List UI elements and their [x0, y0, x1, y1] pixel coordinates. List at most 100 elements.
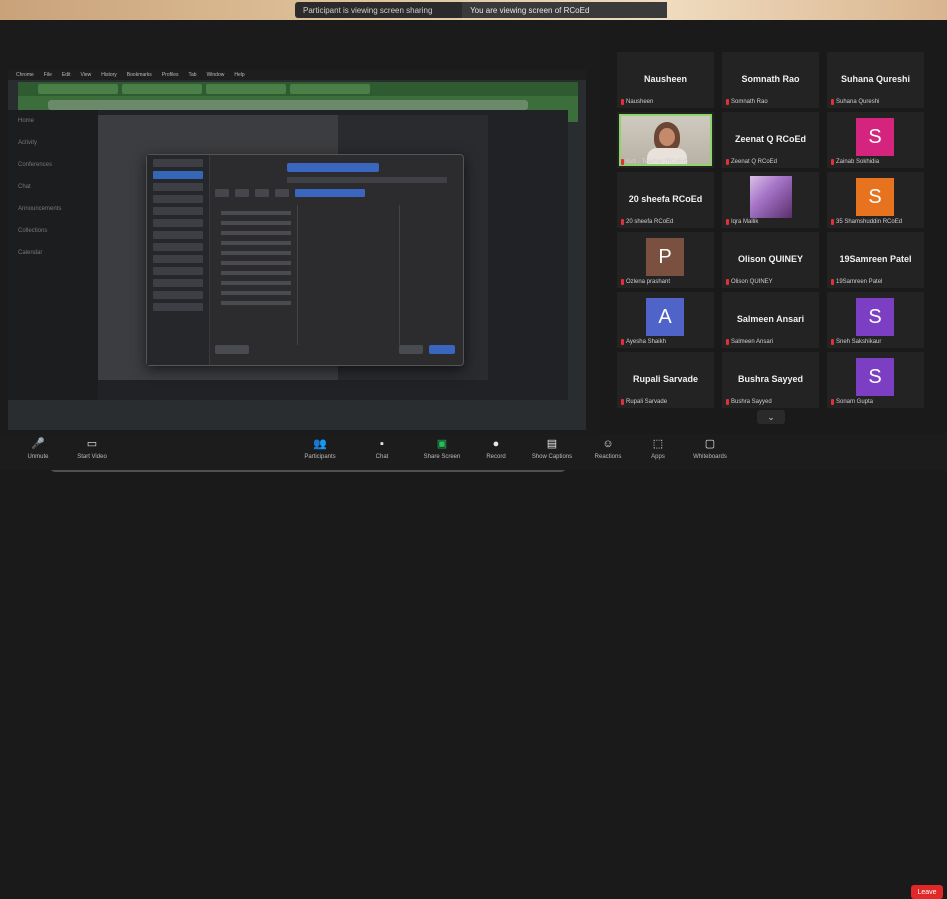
participant-label-text: 35 Shamshuddin RCoEd [836, 219, 903, 225]
video-off-icon: ▭ [86, 438, 98, 450]
app-sidebar-item: Chat [18, 184, 31, 190]
file-save-dialog [146, 154, 464, 366]
browser-tabs [18, 82, 578, 96]
participant-tile[interactable]: S Sneh Sakshikaur [827, 292, 924, 348]
split-handle[interactable] [590, 44, 594, 456]
screen-share-banner[interactable]: Participant is viewing screen sharing Yo… [295, 2, 667, 18]
browser-tab [38, 84, 118, 94]
mic-muted-icon [831, 159, 834, 165]
show-captions-button[interactable]: ▤ Show Captions [522, 438, 582, 460]
participant-label: Ayesha Shaikh [621, 339, 666, 345]
participant-tile[interactable]: S Zainab Sokhidia [827, 112, 924, 168]
participant-label-text: Ayesha Shaikh [626, 339, 666, 345]
participant-label-text: Salmeen Ansari [731, 339, 774, 345]
participant-label: Kirti - Teacher (RCoEd) [621, 159, 688, 165]
share-screen-label: Share Screen [423, 454, 461, 460]
leave-button[interactable]: Leave [911, 885, 943, 899]
participant-tile[interactable]: 20 sheefa RCoEd 20 sheefa RCoEd [617, 172, 714, 228]
record-button[interactable]: ● Record [466, 438, 526, 460]
participant-name: 20 sheefa RCoEd [628, 194, 703, 204]
participant-tile[interactable]: Rupali Sarvade Rupali Sarvade [617, 352, 714, 408]
app-sidebar-item: Home [18, 118, 35, 124]
menubar-item: Edit [61, 72, 71, 78]
participant-tile[interactable]: Suhana Qureshi Suhana Qureshi [827, 52, 924, 108]
unmute-button[interactable]: 🎤 Unmute [8, 438, 68, 460]
mic-muted-icon [621, 99, 624, 105]
mic-muted-icon [621, 159, 624, 165]
participant-label: Ozlena prashant [621, 279, 670, 285]
participant-label-text: Rupali Sarvade [626, 399, 668, 405]
shared-desktop: Chrome File Edit View History Bookmarks Profil… [8, 70, 586, 472]
participant-avatar: S [856, 178, 894, 216]
whiteboards-button[interactable]: ▢ Whiteboards [680, 438, 740, 460]
dialog-save-button [429, 345, 455, 354]
participant-tile[interactable]: Olison QUINEY Olison QUINEY [722, 232, 819, 288]
whiteboard-icon: ▢ [704, 438, 716, 450]
participant-tile[interactable]: P Ozlena prashant [617, 232, 714, 288]
app-sidebar: Home Activity Conferences Chat Announcements… [8, 110, 98, 400]
participant-label: Somnath Rao [726, 99, 768, 105]
start-video-button[interactable]: ▭ Start Video [62, 438, 122, 460]
chat-button[interactable]: ▪ Chat [352, 438, 412, 460]
record-icon: ● [492, 438, 500, 450]
participant-tile[interactable]: Nausheen Nausheen [617, 52, 714, 108]
participant-name: Olison QUINEY [737, 254, 803, 264]
app-sidebar-item: Conferences [18, 162, 53, 168]
dialog-column-1 [215, 205, 298, 345]
share-screen-button[interactable]: ▣ Share Screen [412, 438, 472, 460]
menubar-item: Help [234, 72, 245, 78]
participant-label-text: Bushra Sayyed [731, 399, 772, 405]
participant-avatar: P [646, 238, 684, 276]
participant-label: Suhana Qureshi [831, 99, 879, 105]
reactions-label: Reactions [594, 454, 622, 460]
participant-tile[interactable]: Bushra Sayyed Bushra Sayyed [722, 352, 819, 408]
participant-label: 19Samreen Patel [831, 279, 882, 285]
participant-tile[interactable]: Kirti - Teacher (RCoEd) [617, 112, 714, 168]
app-sidebar-item: Activity [18, 140, 38, 146]
apps-button[interactable]: ⬚ Apps [628, 438, 688, 460]
participant-label-text: 19Samreen Patel [836, 279, 883, 285]
participant-tile[interactable]: Somnath Rao Somnath Rao [722, 52, 819, 108]
mic-muted-icon [726, 399, 729, 405]
chat-label: Chat [375, 454, 389, 460]
dialog-column-2 [299, 205, 400, 345]
participant-tile[interactable]: A Ayesha Shaikh [617, 292, 714, 348]
participant-avatar: S [856, 298, 894, 336]
participant-avatar: S [856, 118, 894, 156]
mic-muted-icon [621, 399, 624, 405]
participant-name: Nausheen [643, 74, 687, 84]
participant-label-text: Sonam Gupta [836, 399, 874, 405]
participant-tile[interactable]: Zeenat Q RCoEd Zeenat Q RCoEd [722, 112, 819, 168]
participants-button[interactable]: 👥 Participants [290, 438, 350, 460]
participant-tile[interactable]: Iqra Mallik [722, 172, 819, 228]
participant-label: Sonam Gupta [831, 399, 873, 405]
participant-label: Nausheen [621, 99, 653, 105]
participant-label: Salmeen Ansari [726, 339, 773, 345]
participant-label-text: Sneh Sakshikaur [836, 339, 882, 345]
participant-avatar: A [646, 298, 684, 336]
participant-tile[interactable]: 19Samreen Patel 19Samreen Patel [827, 232, 924, 288]
menubar-item: File [43, 72, 52, 78]
gallery-view: Nausheen Nausheen Somnath Rao Somnath Rao Su… [617, 52, 924, 410]
participant-label: 35 Shamshuddin RCoEd [831, 219, 902, 225]
shared-title[interactable]: You are viewing screen of RCoEd [462, 2, 667, 18]
dialog-tags-field [287, 177, 447, 183]
participant-name: Zeenat Q RCoEd [734, 134, 806, 144]
mic-muted-icon [726, 99, 729, 105]
menubar-item: View [80, 72, 92, 78]
gallery-next-page-button[interactable]: ⌄ [757, 410, 785, 424]
menubar-item: Window [206, 72, 225, 78]
participant-label: Zainab Sokhidia [831, 159, 879, 165]
mic-muted-icon [831, 279, 834, 285]
viewing-text: Participant is viewing screen sharing [303, 5, 433, 15]
mic-muted-icon [621, 279, 624, 285]
dialog-toolbar [215, 189, 455, 199]
reactions-icon: ☺ [602, 438, 614, 450]
participant-tile[interactable]: S Sonam Gupta [827, 352, 924, 408]
participant-name: Bushra Sayyed [737, 374, 804, 384]
dialog-new-folder-button [215, 345, 249, 354]
app-sidebar-item: Calendar [18, 250, 43, 256]
participant-tile[interactable]: Salmeen Ansari Salmeen Ansari [722, 292, 819, 348]
participant-tile[interactable]: S 35 Shamshuddin RCoEd [827, 172, 924, 228]
mic-muted-icon [831, 339, 834, 345]
